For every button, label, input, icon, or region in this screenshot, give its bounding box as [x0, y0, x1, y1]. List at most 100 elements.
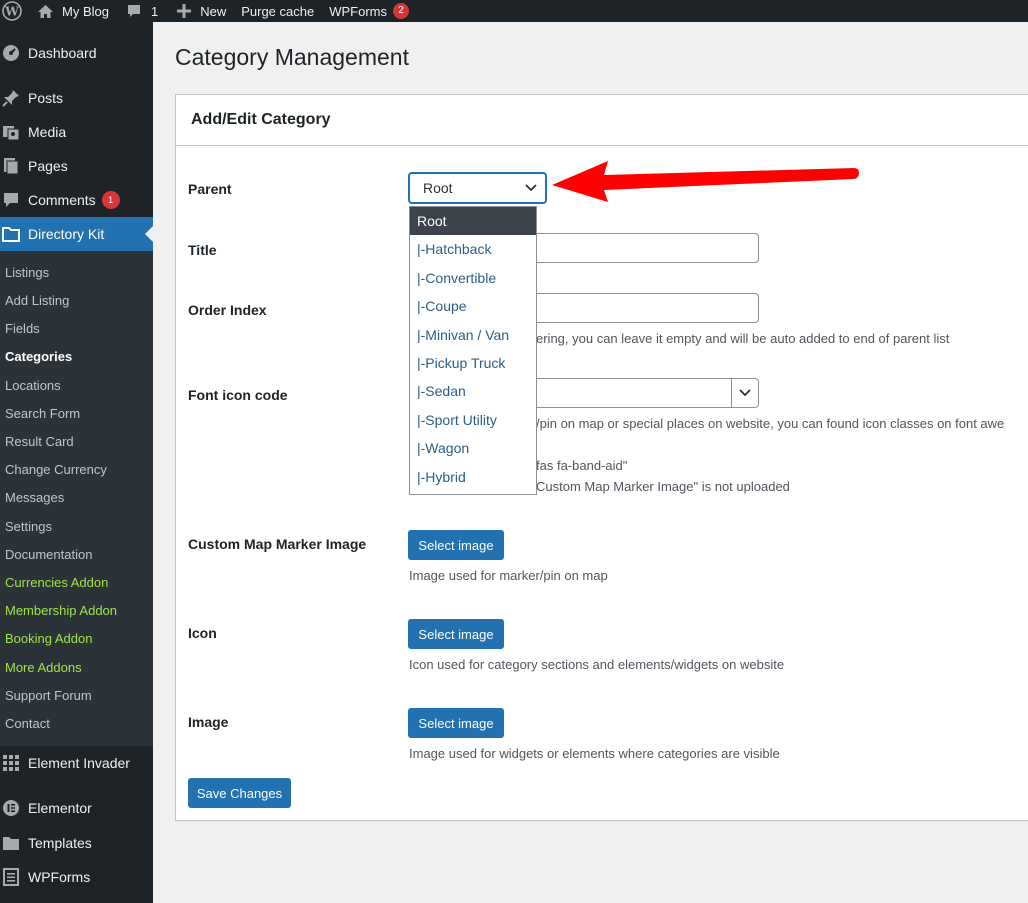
menu-element-invader[interactable]: Element Invader	[0, 746, 153, 780]
submenu-more-addons[interactable]: More Addons	[5, 658, 82, 678]
menu-directory-kit-label: Directory Kit	[28, 226, 105, 242]
dropdown-option[interactable]: |-Sport Utility	[410, 406, 536, 434]
parent-label: Parent	[188, 181, 232, 197]
site-name-link[interactable]: My Blog	[29, 0, 116, 22]
marker-image-label: Custom Map Marker Image	[188, 536, 367, 552]
menu-directory-kit[interactable]: Directory Kit	[0, 217, 153, 251]
title-label: Title	[188, 242, 217, 258]
menu-comments[interactable]: Comments 1	[0, 183, 153, 217]
menu-elementor[interactable]: Elementor	[0, 791, 153, 825]
menu-media[interactable]: Media	[0, 115, 153, 149]
dropdown-option[interactable]: Root	[410, 207, 536, 236]
menu-pages[interactable]: Pages	[0, 149, 153, 183]
admin-sidebar: Dashboard Posts Media Pages Comments 1 D…	[0, 22, 153, 903]
menu-posts[interactable]: Posts	[0, 81, 153, 115]
comments-badge: 1	[101, 191, 120, 209]
submenu-result-card[interactable]: Result Card	[5, 432, 74, 452]
menu-dashboard-label: Dashboard	[28, 45, 97, 61]
plus-icon	[177, 4, 192, 18]
red-arrow-annotation	[552, 161, 859, 202]
media-icon	[1, 122, 21, 142]
menu-elementor-label: Elementor	[28, 800, 92, 816]
menu-dashboard[interactable]: Dashboard	[0, 36, 153, 70]
submenu-listings[interactable]: Listings	[5, 263, 49, 283]
submenu-locations[interactable]: Locations	[5, 376, 61, 396]
marker-select-image-button[interactable]: Select image	[408, 530, 504, 560]
box-title: Add/Edit Category	[176, 95, 1028, 146]
purge-cache-link[interactable]: Purge cache	[233, 0, 321, 22]
site-name: My Blog	[62, 3, 109, 19]
comments-count: 1	[150, 3, 159, 19]
comments-icon	[1, 190, 21, 210]
home-icon	[38, 4, 53, 18]
dropdown-option[interactable]: |-Pickup Truck	[410, 349, 536, 377]
menu-element-invader-label: Element Invader	[28, 755, 130, 771]
menu-wpforms-label: WPForms	[28, 869, 91, 885]
parent-dropdown-list: Root |-Hatchback |-Convertible |-Coupe |…	[409, 206, 537, 495]
font-icon-description: /pin on map or special places on website…	[536, 416, 1005, 431]
folder-icon	[1, 224, 21, 244]
directory-kit-submenu: Listings Add Listing Fields Categories L…	[0, 251, 153, 746]
order-index-description: ering, you can leave it empty and will b…	[536, 331, 950, 346]
purge-cache-label: Purge cache	[241, 3, 315, 19]
dropdown-option[interactable]: |-Minivan / Van	[410, 321, 536, 349]
submenu-membership-addon[interactable]: Membership Addon	[5, 601, 117, 621]
icon-select-image-button[interactable]: Select image	[408, 619, 504, 649]
font-icon-note: Custom Map Marker Image" is not uploaded	[536, 479, 790, 494]
parent-select-value: Root	[423, 180, 453, 196]
wpforms-label: WPForms	[329, 3, 387, 19]
image-select-image-button[interactable]: Select image	[408, 708, 504, 738]
submenu-contact[interactable]: Contact	[5, 714, 50, 734]
icon-description: Icon used for category sections and elem…	[409, 657, 785, 672]
svg-text:W: W	[4, 5, 19, 19]
submenu-documentation[interactable]: Documentation	[5, 545, 92, 565]
page-title: Category Management	[175, 44, 409, 70]
submenu-fields[interactable]: Fields	[5, 319, 40, 339]
admin-bar: W My Blog 1 New Purge cache WPForms 2	[0, 0, 1028, 22]
dropdown-option[interactable]: |-Convertible	[410, 264, 536, 292]
dropdown-option[interactable]: |-Sedan	[410, 377, 536, 405]
menu-pages-label: Pages	[28, 158, 68, 174]
order-index-label: Order Index	[188, 302, 267, 318]
wpforms-badge: 2	[393, 3, 409, 19]
menu-posts-label: Posts	[28, 90, 64, 106]
wpforms-icon	[1, 867, 21, 887]
image-label: Image	[188, 714, 229, 730]
chevron-down-icon	[525, 184, 537, 192]
comments-link[interactable]: 1	[116, 0, 165, 22]
submenu-add-listing[interactable]: Add Listing	[5, 291, 69, 311]
wordpress-logo-icon[interactable]: W	[0, 0, 29, 22]
elementor-icon	[1, 798, 21, 818]
parent-select[interactable]: Root	[409, 173, 546, 203]
font-icon-label: Font icon code	[188, 387, 288, 403]
submenu-support-forum[interactable]: Support Forum	[5, 686, 92, 706]
menu-templates-label: Templates	[28, 835, 92, 851]
new-label: New	[200, 3, 227, 19]
save-changes-button[interactable]: Save Changes	[188, 778, 291, 808]
menu-comments-label: Comments	[28, 192, 96, 208]
grid-icon	[1, 753, 21, 773]
image-description: Image used for widgets or elements where…	[409, 746, 780, 761]
submenu-booking-addon[interactable]: Booking Addon	[5, 629, 92, 649]
font-icon-chevron-icon	[739, 389, 751, 397]
menu-wpforms[interactable]: WPForms	[0, 860, 153, 894]
dashboard-icon	[1, 43, 21, 63]
dropdown-option[interactable]: |-Coupe	[410, 292, 536, 320]
dropdown-option[interactable]: |-Hybrid	[410, 463, 536, 491]
pages-icon	[1, 156, 21, 176]
new-content-link[interactable]: New	[165, 0, 233, 22]
submenu-search-form[interactable]: Search Form	[5, 404, 80, 424]
icon-label: Icon	[188, 625, 217, 641]
menu-media-label: Media	[28, 124, 67, 140]
submenu-change-currency[interactable]: Change Currency	[5, 460, 107, 480]
submenu-settings[interactable]: Settings	[5, 517, 52, 537]
marker-image-description: Image used for marker/pin on map	[409, 568, 608, 583]
submenu-currencies-addon[interactable]: Currencies Addon	[5, 573, 108, 593]
submenu-messages[interactable]: Messages	[5, 488, 64, 508]
dropdown-option[interactable]: |-Hatchback	[410, 235, 536, 263]
wpforms-link[interactable]: WPForms 2	[321, 0, 416, 22]
font-icon-example: fas fa-band-aid"	[536, 458, 628, 473]
dropdown-option[interactable]: |-Wagon	[410, 434, 536, 462]
submenu-categories[interactable]: Categories	[5, 347, 72, 367]
menu-templates[interactable]: Templates	[0, 826, 153, 860]
